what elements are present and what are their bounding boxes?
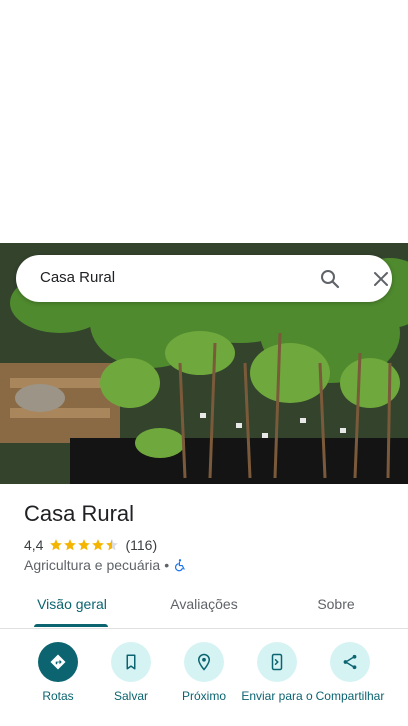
directions-icon [50, 654, 66, 670]
star-icon [64, 539, 77, 551]
action-bar: Rotas Salvar Próximo Enviar para o Compa… [0, 640, 408, 726]
tab-reviews[interactable]: Avaliações [156, 584, 252, 626]
tab-about[interactable]: Sobre [288, 584, 384, 626]
send-to-phone-label: Enviar para o [241, 689, 313, 703]
bookmark-icon [126, 654, 136, 670]
active-tab-indicator [34, 624, 108, 627]
send-to-phone-button[interactable]: Enviar para o [239, 642, 315, 703]
share-icon [343, 654, 357, 670]
nearby-label: Próximo [181, 689, 226, 703]
save-button[interactable]: Salvar [93, 642, 169, 703]
star-icon [92, 539, 105, 551]
share-label: Compartilhar [315, 689, 385, 703]
tab-overview[interactable]: Visão geral [24, 584, 120, 626]
close-icon[interactable] [369, 267, 393, 291]
save-label: Salvar [113, 689, 148, 703]
directions-button[interactable]: Rotas [20, 642, 96, 703]
nearby-button[interactable]: Próximo [166, 642, 242, 703]
review-count[interactable]: (116) [125, 537, 157, 553]
wheelchair-accessible-icon [175, 559, 185, 572]
nearby-icon [197, 653, 211, 671]
directions-label: Rotas [42, 689, 74, 703]
send-to-phone-icon [271, 653, 283, 671]
star-icon [50, 539, 63, 551]
place-title: Casa Rural [24, 501, 135, 526]
share-button[interactable]: Compartilhar [312, 642, 388, 703]
rating-row[interactable]: 4,4 (116) [24, 536, 157, 554]
rating-value: 4,4 [24, 537, 44, 553]
star-rating [49, 538, 119, 552]
category-label: Agricultura e pecuária [24, 557, 161, 573]
half-star-icon [106, 539, 119, 551]
category-row: Agricultura e pecuária • [24, 556, 187, 574]
search-icon[interactable] [318, 267, 342, 291]
star-icon [78, 539, 91, 551]
search-query[interactable]: Casa Rural [40, 269, 115, 286]
place-tabs: Visão geral Avaliações Sobre [0, 584, 408, 629]
search-bar[interactable]: Casa Rural [16, 255, 392, 302]
separator-dot: • [164, 557, 170, 573]
